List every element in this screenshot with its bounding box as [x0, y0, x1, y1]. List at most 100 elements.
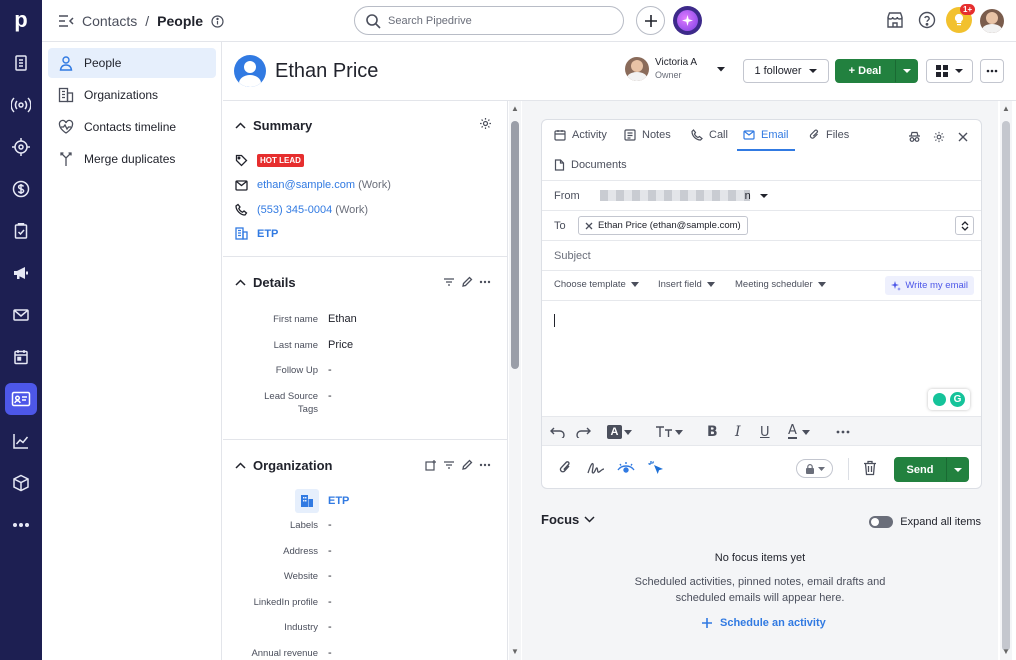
rail-campaigns-button[interactable] [5, 89, 37, 121]
remove-recipient-icon[interactable] [585, 222, 593, 230]
field-value-industry[interactable]: - [328, 621, 332, 633]
rail-projects-button[interactable] [5, 215, 37, 247]
ellipsis-icon[interactable] [479, 459, 493, 473]
scroll-thumb[interactable] [511, 121, 519, 369]
bold-icon[interactable]: B [707, 424, 718, 440]
signature-icon[interactable] [587, 460, 605, 476]
field-value-labels[interactable]: - [328, 519, 332, 531]
breadcrumb-contacts[interactable]: Contacts [82, 13, 137, 29]
layout-selector-button[interactable] [926, 59, 973, 83]
schedule-activity-button[interactable]: Schedule an activity [702, 617, 826, 629]
edit-pencil-icon[interactable] [461, 276, 475, 290]
field-value-annual-revenue[interactable]: - [328, 647, 332, 659]
close-icon[interactable] [958, 132, 968, 142]
scroll-up-arrow[interactable]: ▲ [1000, 103, 1012, 115]
help-icon[interactable] [918, 11, 938, 31]
expand-all-switch[interactable] [869, 516, 894, 528]
marketplace-icon[interactable] [886, 11, 906, 31]
phone-link[interactable]: (553) 345-0004 [257, 204, 332, 216]
scroll-down-arrow[interactable]: ▼ [1000, 646, 1012, 658]
more-formatting-icon[interactable] [836, 424, 850, 440]
write-my-email-button[interactable]: Write my email [885, 276, 974, 295]
ellipsis-icon[interactable] [479, 276, 493, 290]
tab-call[interactable]: Call [685, 120, 734, 150]
details-section-toggle[interactable]: Details [235, 275, 296, 290]
focus-section-toggle[interactable]: Focus [541, 512, 595, 527]
tips-button[interactable]: 1+ [946, 4, 976, 33]
rail-campaigns-megaphone-button[interactable] [5, 257, 37, 289]
more-actions-button[interactable] [980, 59, 1004, 83]
attach-paperclip-icon[interactable] [559, 460, 572, 476]
send-button[interactable]: Send [894, 457, 946, 482]
italic-icon[interactable]: I [735, 424, 741, 440]
hot-lead-badge[interactable]: HOT LEAD [257, 154, 304, 167]
filter-icon[interactable] [443, 459, 457, 473]
organization-name-link[interactable]: ETP [328, 495, 349, 507]
subnav-item-contacts-timeline[interactable]: Contacts timeline [48, 112, 216, 142]
text-style-dropdown[interactable]: A [607, 424, 632, 440]
subnav-item-organizations[interactable]: Organizations [48, 80, 216, 110]
filter-icon[interactable] [443, 276, 457, 290]
send-options-dropdown[interactable] [946, 457, 969, 482]
tab-notes[interactable]: Notes [618, 120, 677, 150]
email-privacy-icon[interactable] [908, 131, 921, 143]
text-color-dropdown[interactable]: A [788, 424, 810, 440]
collapse-menu-icon[interactable] [58, 14, 74, 28]
organization-section-toggle[interactable]: Organization [235, 458, 332, 473]
redo-icon[interactable] [575, 424, 591, 440]
field-value-lead-source[interactable]: - [328, 390, 332, 402]
font-size-dropdown[interactable] [655, 424, 683, 440]
email-link[interactable]: ethan@sample.com [257, 179, 355, 191]
email-body-editor[interactable]: G [542, 301, 981, 416]
ai-assistant-button[interactable] [673, 6, 702, 35]
tab-email[interactable]: Email [737, 120, 795, 151]
tab-documents[interactable]: Documents [548, 150, 633, 180]
cc-bcc-toggle[interactable] [955, 216, 974, 235]
insert-field-dropdown[interactable]: Insert field [658, 279, 715, 290]
meeting-scheduler-dropdown[interactable]: Meeting scheduler [735, 279, 826, 290]
undo-icon[interactable] [550, 424, 566, 440]
rail-contacts-button[interactable] [5, 383, 37, 415]
field-value-linkedin[interactable]: - [328, 596, 332, 608]
owner-selector[interactable]: Victoria A Owner [625, 57, 727, 81]
field-value-website[interactable]: - [328, 570, 332, 582]
rail-revenue-button[interactable] [5, 173, 37, 205]
field-value-address[interactable]: - [328, 545, 332, 557]
field-value-last-name[interactable]: Price [328, 339, 353, 351]
user-avatar[interactable] [980, 9, 1004, 33]
underline-icon[interactable]: U [760, 424, 770, 440]
sidebar-scrollbar[interactable]: ▲ ▼ [509, 101, 521, 660]
link-tracking-cursor-icon[interactable] [648, 460, 666, 478]
subject-input[interactable]: Subject [542, 240, 981, 270]
summary-settings-gear-icon[interactable] [479, 117, 493, 131]
link-org-icon[interactable] [425, 459, 439, 473]
summary-section-toggle[interactable]: Summary [235, 118, 312, 133]
tab-activity[interactable]: Activity [548, 120, 613, 150]
rail-leads-button[interactable] [5, 47, 37, 79]
scroll-thumb[interactable] [1002, 121, 1010, 651]
subnav-item-merge-duplicates[interactable]: Merge duplicates [48, 144, 216, 174]
tracking-eye-icon[interactable] [616, 460, 636, 476]
rail-products-button[interactable] [5, 467, 37, 499]
composer-settings-gear-icon[interactable] [933, 131, 945, 143]
privacy-lock-dropdown[interactable] [796, 459, 833, 478]
add-deal-button[interactable]: + Deal [835, 59, 895, 83]
from-row[interactable]: From n [542, 180, 981, 210]
recipient-chip[interactable]: Ethan Price (ethan@sample.com) [578, 216, 748, 235]
rail-deals-button[interactable] [5, 131, 37, 163]
rail-mail-button[interactable] [5, 299, 37, 331]
follower-button[interactable]: 1 follower [743, 59, 829, 83]
trash-icon[interactable] [863, 460, 877, 476]
rail-calendar-button[interactable] [5, 341, 37, 373]
info-icon[interactable] [211, 14, 224, 28]
rail-insights-button[interactable] [5, 425, 37, 457]
quick-add-button[interactable] [636, 6, 665, 35]
expand-all-toggle[interactable]: Expand all items [869, 516, 981, 528]
to-row[interactable]: To Ethan Price (ethan@sample.com) [542, 210, 981, 240]
tab-files[interactable]: Files [803, 120, 855, 150]
grammarly-widget[interactable]: G [928, 389, 970, 410]
choose-template-dropdown[interactable]: Choose template [554, 279, 639, 290]
search-input[interactable]: Search Pipedrive [354, 6, 624, 35]
pipedrive-logo[interactable]: p [7, 6, 35, 34]
edit-pencil-icon[interactable] [461, 459, 475, 473]
